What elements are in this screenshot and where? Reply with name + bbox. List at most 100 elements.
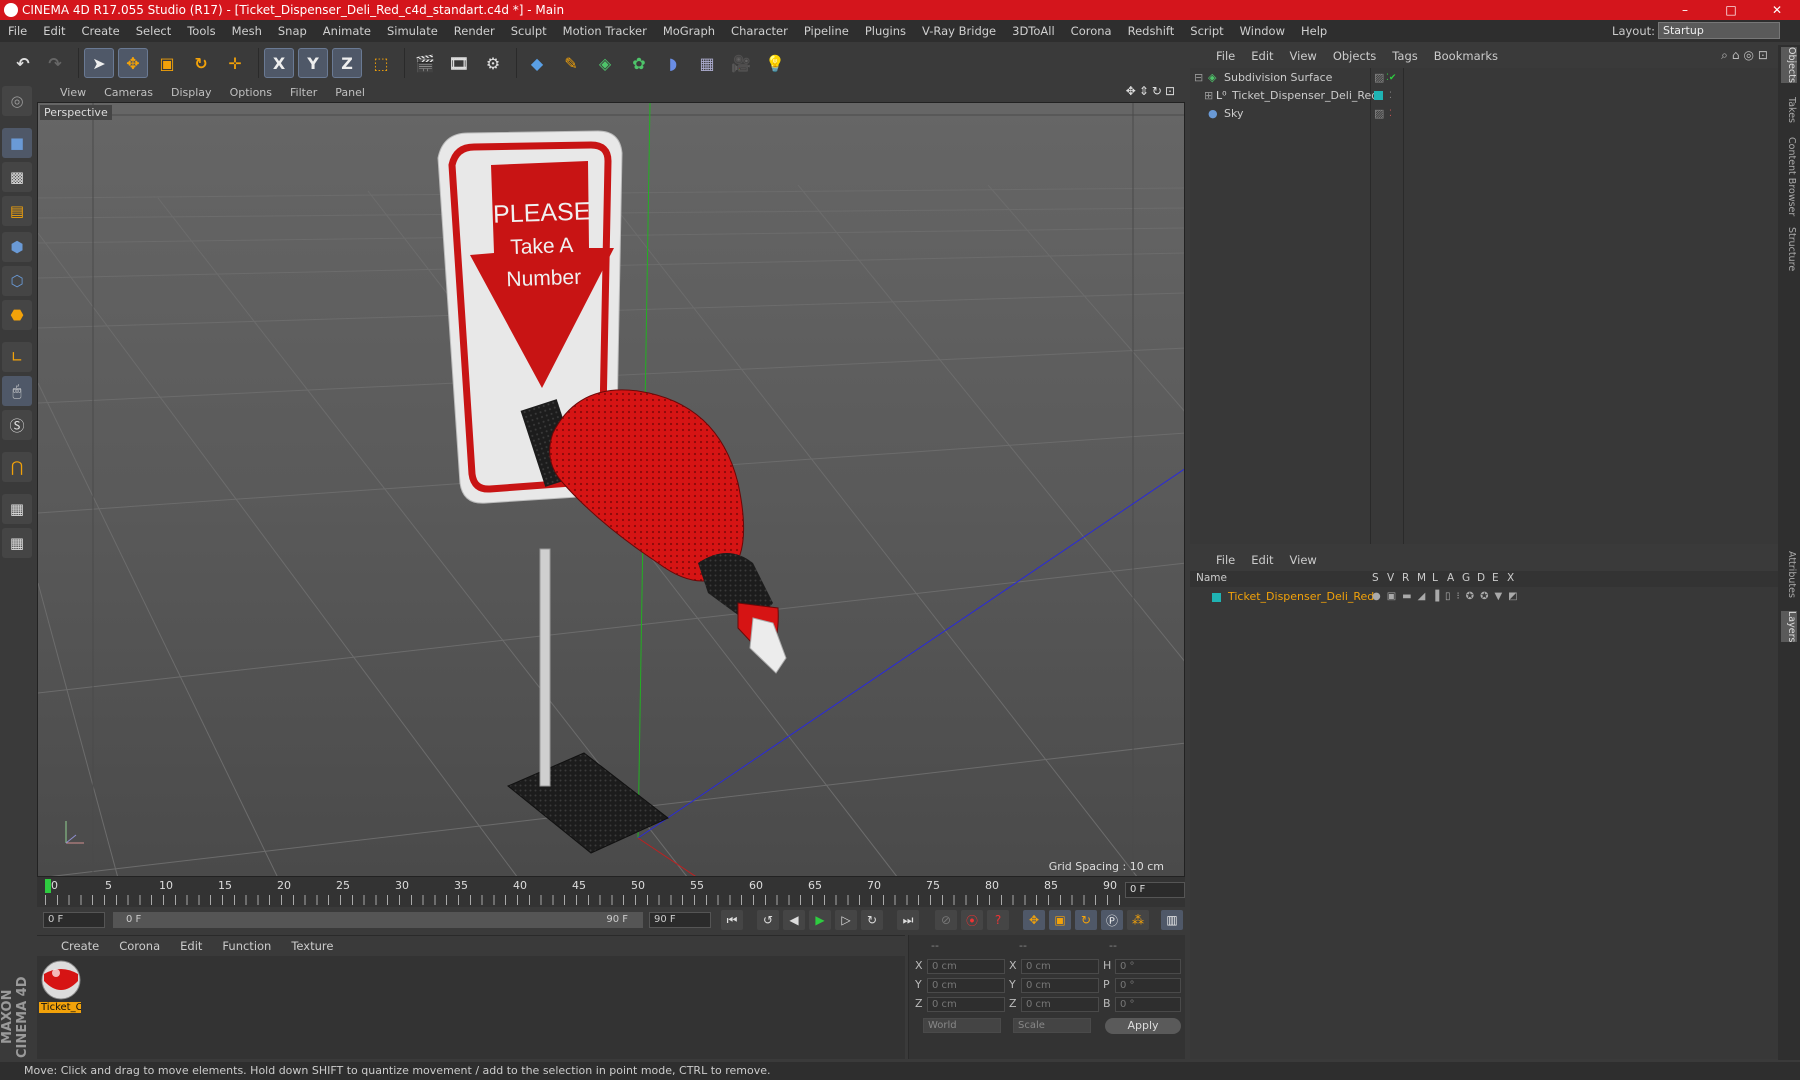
perspective-viewport[interactable]: PLEASE Take A Number Perspective Grid Sp…: [37, 102, 1185, 877]
menu-3dtoall[interactable]: 3DToAll: [1004, 24, 1063, 38]
pos-z-field[interactable]: 0 cm: [927, 997, 1005, 1012]
column-x[interactable]: X: [1507, 572, 1514, 584]
start-frame-field[interactable]: 0 F: [43, 912, 105, 928]
timeline-window-icon[interactable]: ▥: [1161, 910, 1183, 930]
scale-tool-icon[interactable]: ▣: [152, 48, 182, 78]
object-row[interactable]: ⊞ L⁰ Ticket_Dispenser_Deli_Red ⁚: [1190, 87, 1778, 105]
column-m[interactable]: M: [1417, 572, 1426, 584]
layer-tag-icon[interactable]: ▨: [1374, 69, 1384, 87]
material-menu-create[interactable]: Create: [37, 939, 109, 953]
lm-menu-file[interactable]: File: [1208, 553, 1243, 567]
size-y-field[interactable]: 0 cm: [1021, 978, 1099, 993]
menu-sculpt[interactable]: Sculpt: [503, 24, 555, 38]
visibility-dots-icon[interactable]: ⁚: [1389, 87, 1392, 105]
viewport-menu-display[interactable]: Display: [162, 86, 221, 99]
point-mode-icon[interactable]: ⬢: [2, 232, 32, 262]
workplane-mode-icon[interactable]: ▤: [2, 196, 32, 226]
viewport-menu-panel[interactable]: Panel: [326, 86, 374, 99]
keyframe-selection-icon[interactable]: ?: [987, 910, 1009, 930]
subdivision-surface-icon[interactable]: ◈: [590, 48, 620, 78]
layer-tag-icon[interactable]: ▨: [1374, 105, 1384, 123]
pos-x-field[interactable]: 0 cm: [927, 959, 1005, 974]
end-frame-field[interactable]: 90 F: [649, 912, 711, 928]
menu-character[interactable]: Character: [723, 24, 796, 38]
coordinate-system-icon[interactable]: ⬚: [366, 48, 396, 78]
expand-toggle-icon[interactable]: ⊞: [1204, 87, 1213, 105]
om-menu-edit[interactable]: Edit: [1243, 49, 1281, 63]
layer-name[interactable]: Ticket_Dispenser_Deli_Red: [1228, 588, 1374, 606]
om-menu-objects[interactable]: Objects: [1325, 49, 1384, 63]
tab-attributes[interactable]: Attributes: [1781, 551, 1797, 598]
visibility-dots-icon[interactable]: ⁚✔: [1386, 69, 1396, 87]
menu-create[interactable]: Create: [74, 24, 128, 38]
object-name[interactable]: Sky: [1224, 105, 1243, 123]
om-search-icons[interactable]: ⌕⌂◎⊡: [1721, 48, 1772, 63]
x-axis-button[interactable]: X: [264, 48, 294, 78]
key-rotation-icon[interactable]: ↻: [1075, 910, 1097, 930]
deformer-icon[interactable]: ◗: [658, 48, 688, 78]
column-s[interactable]: S: [1372, 572, 1379, 584]
polygon-mode-icon[interactable]: ⬣: [2, 300, 32, 330]
material-name-label[interactable]: Ticket_C: [39, 1002, 81, 1013]
om-menu-view[interactable]: View: [1282, 49, 1325, 63]
snap-icon[interactable]: Ⓢ: [2, 410, 32, 440]
object-row[interactable]: ⊟ ◈ Subdivision Surface ▨ ⁚✔: [1190, 69, 1778, 87]
menu-mesh[interactable]: Mesh: [224, 24, 270, 38]
tab-structure[interactable]: Structure: [1781, 227, 1797, 271]
material-menu-texture[interactable]: Texture: [281, 939, 343, 953]
material-menu-corona[interactable]: Corona: [109, 939, 170, 953]
menu-snap[interactable]: Snap: [270, 24, 315, 38]
timeline-ruler[interactable]: 0 5 10 15 20 25 30 35 40 45 50 55 60 65 …: [37, 877, 1185, 907]
column-v[interactable]: V: [1387, 572, 1394, 584]
menu-help[interactable]: Help: [1293, 24, 1335, 38]
menu-window[interactable]: Window: [1232, 24, 1293, 38]
current-frame-field[interactable]: 0 F: [1125, 882, 1185, 898]
live-selection-icon[interactable]: ➤: [84, 48, 114, 78]
menu-file[interactable]: File: [0, 24, 35, 38]
redo-icon[interactable]: ↷: [40, 48, 70, 78]
rot-p-field[interactable]: 0 °: [1115, 978, 1181, 993]
grid-snap-icon[interactable]: ▦: [2, 528, 32, 558]
z-axis-button[interactable]: Z: [332, 48, 362, 78]
tab-objects[interactable]: Objects: [1781, 47, 1797, 83]
cloner-icon[interactable]: ✿: [624, 48, 654, 78]
om-menu-bookmarks[interactable]: Bookmarks: [1426, 49, 1506, 63]
lm-menu-edit[interactable]: Edit: [1243, 553, 1281, 567]
object-name[interactable]: Subdivision Surface: [1224, 69, 1332, 87]
next-key-icon[interactable]: ↻: [861, 910, 883, 930]
om-menu-file[interactable]: File: [1208, 49, 1243, 63]
floor-object-icon[interactable]: ▦: [692, 48, 722, 78]
render-settings-icon[interactable]: ⚙: [478, 48, 508, 78]
pos-y-field[interactable]: 0 cm: [927, 978, 1005, 993]
maximize-button[interactable]: □: [1708, 0, 1754, 20]
rot-h-field[interactable]: 0 °: [1115, 959, 1181, 974]
lm-menu-view[interactable]: View: [1282, 553, 1325, 567]
layer-row[interactable]: Ticket_Dispenser_Deli_Red ●▣▬◢▐▯⁝✪✪▼◩: [1190, 588, 1778, 606]
rotate-tool-icon[interactable]: ↻: [186, 48, 216, 78]
play-icon[interactable]: ▶: [809, 910, 831, 930]
cube-object-icon[interactable]: ◆: [522, 48, 552, 78]
key-parameter-icon[interactable]: Ⓟ: [1101, 910, 1123, 930]
viewport-nav-icons[interactable]: ✥⇕↻⊡: [1126, 84, 1178, 98]
viewport-camera-label[interactable]: Perspective: [40, 105, 112, 120]
layout-dropdown[interactable]: Startup: [1658, 22, 1780, 39]
close-button[interactable]: ✕: [1754, 0, 1800, 20]
key-position-icon[interactable]: ✥: [1023, 910, 1045, 930]
undo-icon[interactable]: ↶: [8, 48, 38, 78]
size-x-field[interactable]: 0 cm: [1021, 959, 1099, 974]
column-a[interactable]: A: [1447, 572, 1454, 584]
size-z-field[interactable]: 0 cm: [1021, 997, 1099, 1012]
menu-render[interactable]: Render: [446, 24, 503, 38]
tab-layers[interactable]: Layers: [1781, 611, 1797, 643]
tweak-mode-icon[interactable]: 🖱: [2, 376, 32, 406]
apply-button[interactable]: Apply: [1105, 1018, 1181, 1034]
column-g[interactable]: G: [1462, 572, 1470, 584]
material-swatch[interactable]: [40, 959, 82, 1001]
menu-vray-bridge[interactable]: V-Ray Bridge: [914, 24, 1004, 38]
minimize-button[interactable]: –: [1662, 0, 1708, 20]
go-to-end-icon[interactable]: ⏭: [897, 910, 919, 930]
viewport-menu-filter[interactable]: Filter: [281, 86, 326, 99]
edge-mode-icon[interactable]: ⬡: [2, 266, 32, 296]
menu-script[interactable]: Script: [1182, 24, 1231, 38]
transform-tool-icon[interactable]: ✛: [220, 48, 250, 78]
